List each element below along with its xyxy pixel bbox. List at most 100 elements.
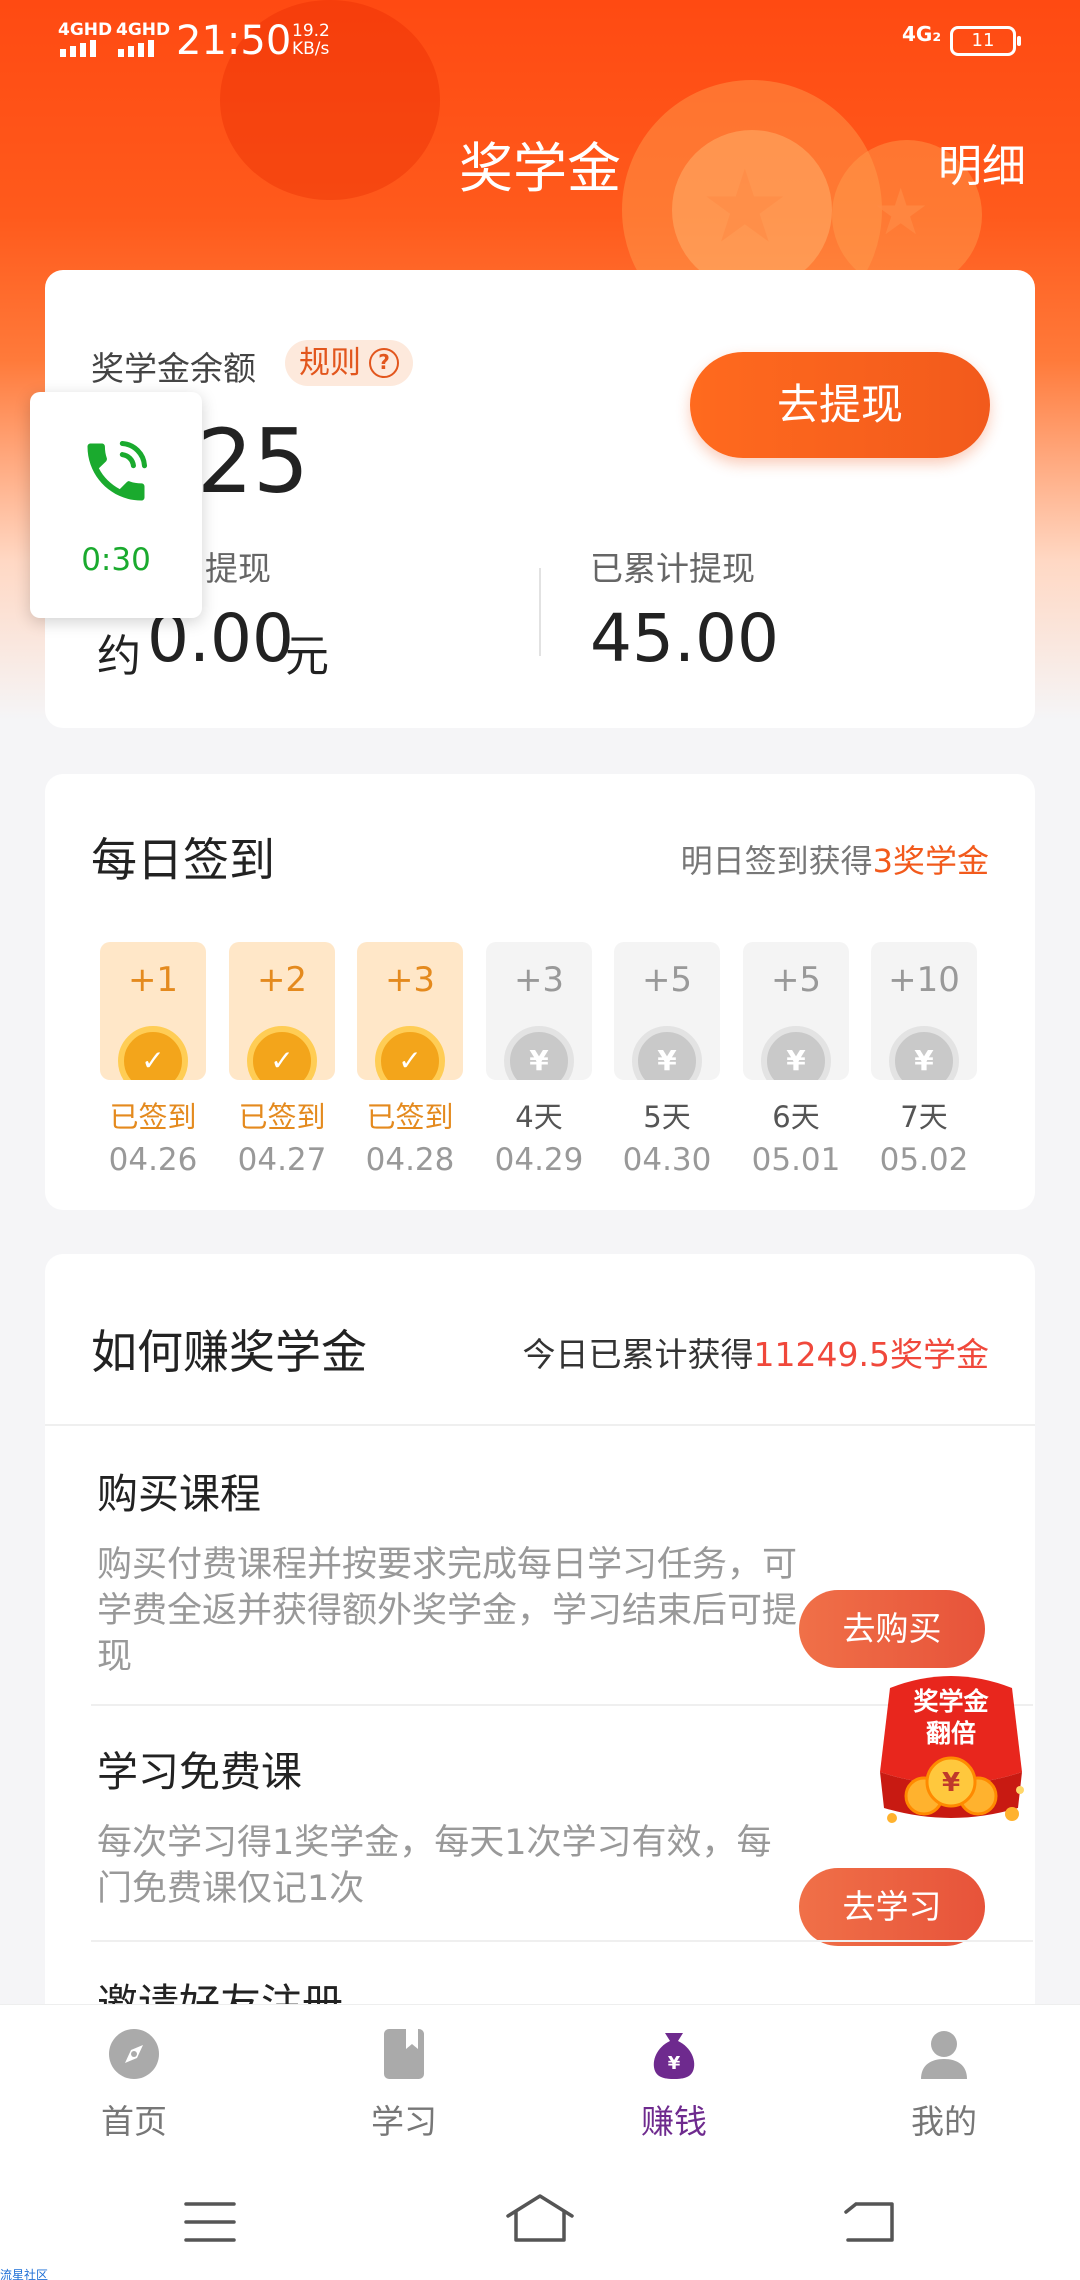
network-type: 4G₂ <box>902 22 942 46</box>
page-title: 奖学金 <box>459 137 621 200</box>
task-description: 每次学习得1奖学金，每天1次学习有效，每门免费课仅记1次 <box>97 1823 772 1909</box>
checkin-day-label: 已签到 <box>109 1100 197 1134</box>
checkin-day-label: 已签到 <box>238 1100 326 1134</box>
promo-line-1: 奖学金 <box>913 1687 989 1716</box>
withdraw-button[interactable]: 去提现 <box>690 352 990 458</box>
earn-subtitle: 今日已累计获得11249.5奖学金 <box>523 1328 989 1376</box>
task-title: 学习免费课 <box>97 1748 302 1796</box>
checkin-day-label: 4天 <box>515 1100 563 1134</box>
task-description: 购买付费课程并按要求完成每日学习任务，可学费全返并获得额外奖学金，学习结束后可提… <box>97 1545 798 1677</box>
divider <box>539 568 541 656</box>
nav-label: 我的 <box>911 2102 977 2141</box>
checkin-subtitle: 明日签到获得3奖学金 <box>681 836 989 882</box>
checkin-day-tile: +1 ✓ <box>100 942 206 1080</box>
home-icon[interactable] <box>504 2192 576 2244</box>
network-speed: 19.2 KB/s <box>292 22 330 58</box>
nav-home[interactable]: 首页 <box>54 2027 214 2143</box>
menu-icon[interactable] <box>184 2200 236 2244</box>
buy-course-button[interactable]: 去购买 <box>799 1590 985 1668</box>
checkin-day-tile: +2 ✓ <box>229 942 335 1080</box>
checkin-points: +3 <box>384 960 436 1000</box>
yuan-coin-icon: ¥ <box>941 1768 961 1798</box>
study-free-course-button[interactable]: 去学习 <box>799 1868 985 1946</box>
balance-label: 奖学金余额 <box>91 349 256 388</box>
checkin-day-tile: +3 ✓ <box>357 942 463 1080</box>
checkin-points: +10 <box>888 960 960 1000</box>
check-coin-icon: ✓ <box>118 1026 188 1080</box>
nav-study[interactable]: 学习 <box>324 2027 484 2143</box>
signal-bars-2-icon <box>118 40 154 57</box>
nav-me[interactable]: 我的 <box>864 2027 1024 2143</box>
nav-label: 首页 <box>101 2102 167 2141</box>
checkin-day-label: 6天 <box>772 1100 820 1134</box>
nav-earn[interactable]: ¥ 赚钱 <box>594 2027 754 2143</box>
checkin-day-tile: +3 ¥ <box>486 942 592 1080</box>
checkin-points: +2 <box>256 960 308 1000</box>
available-prefix: 约 <box>97 631 141 682</box>
checkin-day-label: 已签到 <box>366 1100 454 1134</box>
checkin-day-tile: +5 ¥ <box>614 942 720 1080</box>
task-title: 购买课程 <box>97 1470 261 1518</box>
checkin-points: +3 <box>513 960 565 1000</box>
checkin-points: +5 <box>770 960 822 1000</box>
checkin-points: +1 <box>127 960 179 1000</box>
checkin-day-date: 04.30 <box>622 1142 712 1178</box>
phone-call-icon <box>87 440 148 501</box>
nav-label: 赚钱 <box>641 2102 707 2141</box>
scholarship-double-promo[interactable]: 奖学金 翻倍 ¥ <box>872 1668 1030 1834</box>
checkin-subtitle-reward: 3奖学金 <box>872 842 989 880</box>
book-icon <box>384 2029 424 2079</box>
checkin-days: +1 ✓ 已签到 04.26 +2 ✓ 已签到 04.27 +3 ✓ 已签到 04.28 +3 ¥4天 04… <box>100 942 980 1182</box>
checkin-title: 每日签到 <box>91 833 275 887</box>
signal-bars-1-icon <box>60 40 96 57</box>
promo-text: 奖学金 翻倍 <box>872 1686 1030 1750</box>
checkin-day-label: 7天 <box>900 1100 948 1134</box>
earn-divider <box>45 1424 1035 1426</box>
detail-link[interactable]: 明细 <box>938 130 1026 194</box>
yuan-coin-icon: ¥ <box>632 1026 702 1080</box>
yuan-coin-icon: ¥ <box>504 1026 574 1080</box>
checkin-day-date: 05.02 <box>879 1142 969 1178</box>
check-coin-icon: ✓ <box>247 1026 317 1080</box>
checkin-day: +5 ¥6天 05.01 <box>743 942 849 1178</box>
battery-icon: 11 <box>950 26 1021 56</box>
checkin-day-date: 04.28 <box>365 1142 455 1178</box>
task-divider <box>91 1940 1033 1942</box>
promo-line-2: 翻倍 <box>925 1719 976 1748</box>
checkin-day-date: 04.29 <box>494 1142 584 1178</box>
call-overlay[interactable]: 0:30 <box>30 392 202 618</box>
checkin-day: +1 ✓ 已签到 04.26 <box>100 942 206 1178</box>
earn-card: 如何赚奖学金 今日已累计获得11249.5奖学金 购买课程 购买付费课程并按要求… <box>45 1254 1035 2014</box>
signal-label-1: 4GHD <box>58 20 113 40</box>
signal-label-2: 4GHD <box>116 20 171 40</box>
watermark-text: 流星社区 <box>0 2268 49 2280</box>
svg-text:¥: ¥ <box>668 2053 681 2074</box>
system-nav-bar <box>0 2164 1080 2280</box>
checkin-day-date: 05.01 <box>751 1142 841 1178</box>
speed-value: 19.2 <box>292 21 330 41</box>
checkin-card: 每日签到 明日签到获得3奖学金 +1 ✓ 已签到 04.26 +2 ✓ 已签到 04.27 +3… <box>45 774 1035 1210</box>
task-buy-course: 购买课程 购买付费课程并按要求完成每日学习任务，可学费全返并获得额外奖学金，学习… <box>97 1460 985 1680</box>
earn-subtitle-amount: 11249.5奖学金 <box>753 1335 989 1374</box>
checkin-day: +3 ¥4天 04.29 <box>486 942 592 1178</box>
check-coin-icon: ✓ <box>375 1026 445 1080</box>
status-time: 21:50 <box>176 18 292 64</box>
compass-icon <box>109 2029 159 2079</box>
status-bar: 4GHD 4GHD 21:50 19.2 KB/s 4G₂ 11 <box>0 0 1080 90</box>
rule-button[interactable]: 规则 ? <box>285 340 413 386</box>
checkin-day: +2 ✓ 已签到 04.27 <box>229 942 335 1178</box>
call-timer: 0:30 <box>81 542 151 578</box>
back-icon[interactable] <box>842 2198 896 2246</box>
bottom-nav: 首页 学习 ¥ 赚钱 我的 <box>0 2004 1080 2164</box>
checkin-day: +10 ¥7天 05.02 <box>871 942 977 1178</box>
total-withdrawn-label: 已累计提现 <box>590 549 755 588</box>
earn-subtitle-text: 今日已累计获得 <box>522 1335 754 1374</box>
question-icon: ? <box>369 348 399 378</box>
nav-label: 学习 <box>371 2102 437 2141</box>
rule-label: 规则 <box>299 345 361 381</box>
checkin-day-date: 04.26 <box>108 1142 198 1178</box>
checkin-subtitle-text: 明日签到获得 <box>680 842 873 880</box>
balance-value: 25 <box>197 410 309 513</box>
speed-unit: KB/s <box>292 39 330 59</box>
available-withdraw-label: 提现 <box>205 549 271 588</box>
